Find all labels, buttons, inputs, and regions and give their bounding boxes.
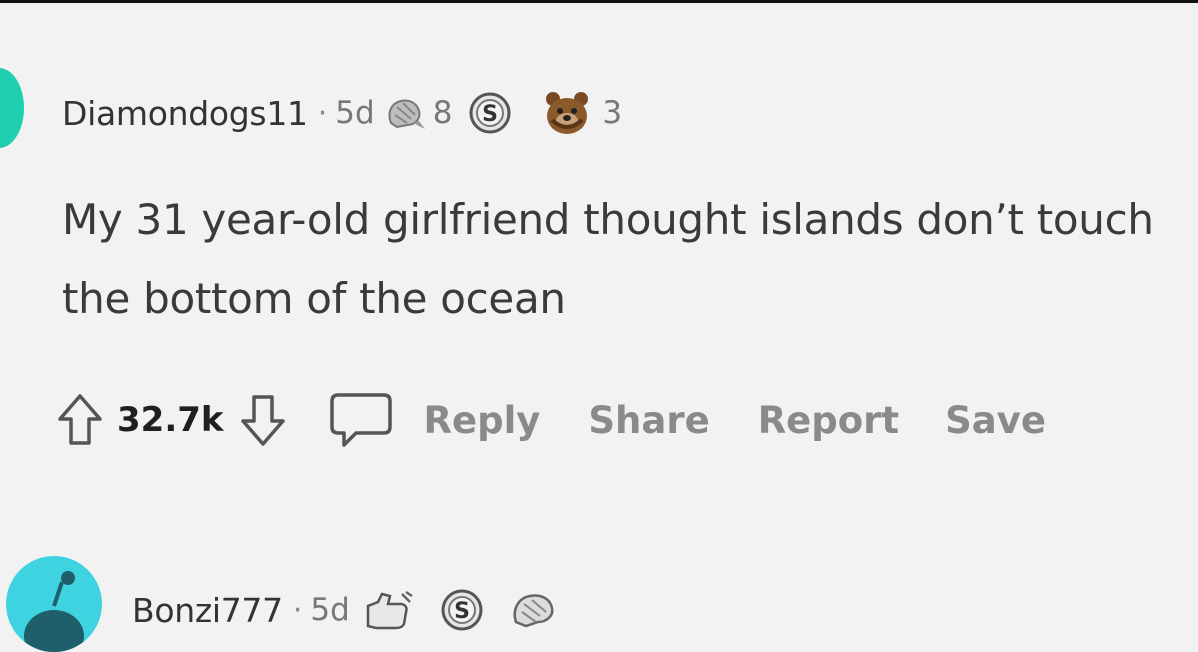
comment-actions: 32.7k Reply Share Report Save [55, 385, 1046, 455]
separator: · [292, 592, 303, 628]
award-count: 8 [432, 95, 453, 131]
username[interactable]: Diamondogs11 [62, 94, 308, 133]
s-coin-award-icon[interactable]: S [468, 91, 512, 135]
separator: · [317, 95, 328, 131]
award-count: 3 [602, 95, 623, 131]
comment-body: My 31 year-old girlfriend thought island… [62, 195, 1154, 323]
snoo-avatar-icon [24, 571, 84, 652]
helpful-award-icon[interactable] [362, 588, 416, 632]
timestamp[interactable]: 5d [335, 95, 374, 131]
share-button[interactable]: Share [588, 399, 709, 442]
svg-text:S: S [482, 102, 498, 127]
vote-score: 32.7k [117, 400, 224, 440]
reply-button[interactable]: Reply [424, 399, 541, 442]
timestamp[interactable]: 5d [310, 592, 349, 628]
svg-text:S: S [454, 599, 470, 624]
bear-award-icon[interactable] [542, 90, 592, 136]
comment-meta: Diamondogs11 · 5d 8 S 3 [62, 88, 622, 138]
silver-award-icon[interactable] [510, 588, 562, 632]
username[interactable]: Bonzi777 [132, 591, 283, 630]
save-button[interactable]: Save [945, 399, 1046, 442]
upvote-icon[interactable] [55, 391, 105, 449]
avatar[interactable] [0, 68, 24, 148]
top-divider [0, 0, 1198, 3]
s-coin-award-icon[interactable]: S [440, 588, 484, 632]
silver-award-icon[interactable] [383, 93, 429, 133]
avatar[interactable] [6, 556, 102, 652]
report-button[interactable]: Report [758, 399, 899, 442]
comment-meta: Bonzi777 · 5d S [132, 586, 562, 634]
downvote-icon[interactable] [238, 391, 288, 449]
comment-icon[interactable] [328, 391, 394, 449]
